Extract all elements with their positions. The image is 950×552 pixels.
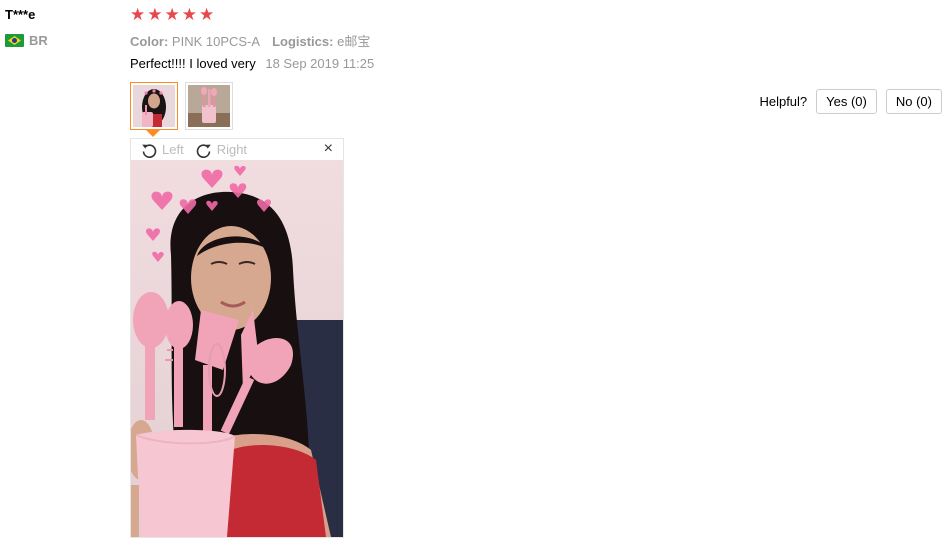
order-info: Color: PINK 10PCS-A Logistics: e邮宝	[130, 31, 370, 50]
review-photo	[131, 160, 343, 537]
close-icon[interactable]: ×	[324, 141, 333, 157]
rotate-right-button[interactable]: Right	[196, 142, 247, 158]
star-icon: ★	[147, 5, 163, 24]
photo-thumbnail-image	[133, 85, 175, 127]
photo-thumbnail-image	[188, 85, 230, 127]
helpful-no-button[interactable]: No (0)	[885, 89, 942, 114]
rotate-left-button[interactable]: Left	[141, 142, 184, 158]
logistics-label: Logistics:	[272, 34, 334, 49]
star-icon: ★	[164, 5, 180, 24]
rotate-left-icon	[142, 143, 157, 158]
star-icon: ★	[130, 5, 146, 24]
photo-viewer: Left Right ×	[130, 138, 344, 538]
review-feedback: Perfect!!!! I loved very 18 Sep 2019 11:…	[130, 56, 374, 71]
logistics-value: e邮宝	[337, 34, 371, 49]
helpful-votes: Helpful? Yes (0) No (0)	[759, 89, 942, 114]
star-icon: ★	[199, 5, 215, 24]
selected-thumbnail-pointer	[146, 130, 160, 137]
brazil-flag-icon	[5, 34, 24, 47]
color-value: PINK 10PCS-A	[171, 34, 261, 49]
review-photo-thumbnail-1[interactable]	[130, 82, 178, 130]
review-date: 18 Sep 2019 11:25	[265, 56, 375, 71]
review-user-name: T***e	[5, 7, 36, 22]
color-label: Color:	[130, 34, 169, 49]
viewer-toolbar: Left Right ×	[131, 139, 343, 160]
rotate-right-label: Right	[216, 142, 248, 157]
feedback-text: Perfect!!!! I loved very	[130, 56, 256, 71]
helpful-label: Helpful?	[759, 94, 808, 109]
star-rating: ★ ★ ★ ★ ★	[130, 6, 214, 23]
country-code: BR	[29, 33, 48, 48]
reviewer-country: BR	[5, 33, 48, 48]
enlarged-review-photo	[131, 160, 343, 537]
rotate-left-label: Left	[162, 142, 184, 157]
rotate-right-icon	[196, 143, 211, 158]
review-photo-thumbnail-2[interactable]	[185, 82, 233, 130]
helpful-yes-button[interactable]: Yes (0)	[816, 89, 877, 114]
star-icon: ★	[181, 5, 197, 24]
